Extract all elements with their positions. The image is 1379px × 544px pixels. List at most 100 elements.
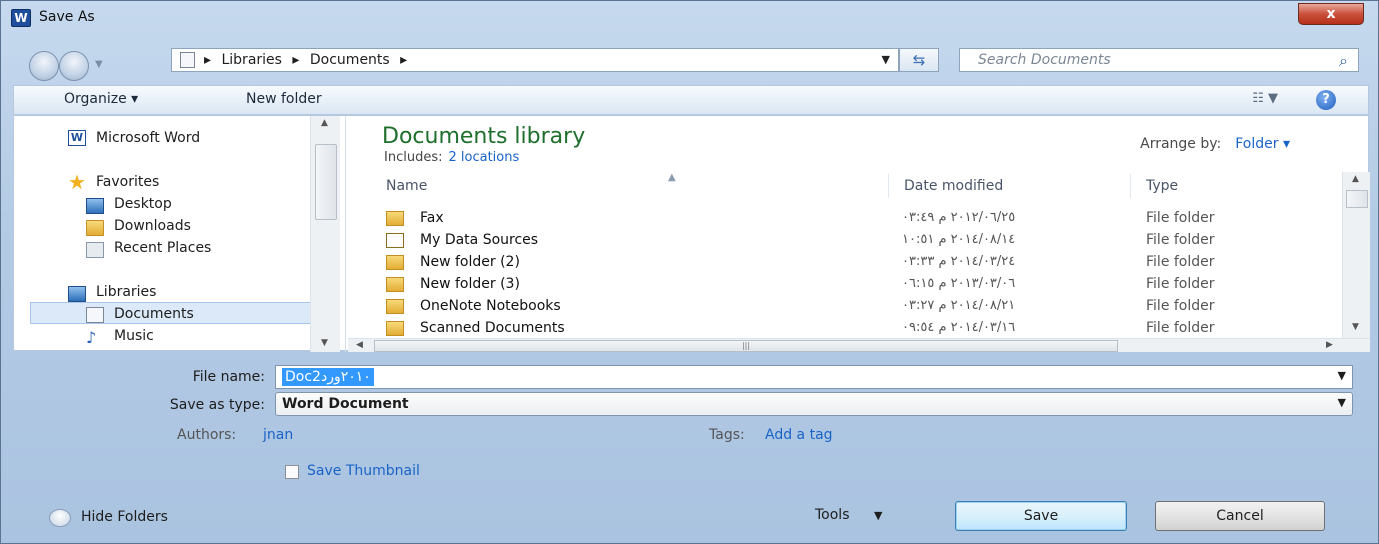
file-name-value: Doc٢٠١٠ورد2 <box>282 368 374 386</box>
breadcrumb-separator[interactable]: ▸ <box>204 52 211 68</box>
column-header-type[interactable]: Type <box>1146 178 1178 194</box>
file-name-input[interactable]: Doc٢٠١٠ورد2 ▼ <box>275 365 1353 389</box>
column-divider[interactable] <box>1130 174 1131 198</box>
downloads-icon <box>86 220 104 236</box>
scroll-down-icon[interactable]: ▼ <box>1352 322 1359 332</box>
file-row[interactable]: New folder (2) ٢٠١٤/٠٣/٢٤ م ٠٣:٣٣ File f… <box>386 252 1306 274</box>
save-thumbnail-label[interactable]: Save Thumbnail <box>307 463 420 479</box>
search-input[interactable]: Search Documents ⌕ <box>959 48 1359 72</box>
documents-location-icon <box>180 52 195 68</box>
breadcrumb: ▸ Libraries ▸ Documents ▸ <box>204 52 413 68</box>
file-row[interactable]: New folder (3) ٢٠١٣/٠٣/٠٦ م ٠٦:١٥ File f… <box>386 274 1306 296</box>
file-name: Scanned Documents <box>420 320 565 336</box>
refresh-button[interactable]: ⇆ <box>899 48 939 72</box>
file-row[interactable]: OneNote Notebooks ٢٠١٤/٠٨/٢١ م ٠٣:٢٧ Fil… <box>386 296 1306 318</box>
library-title: Documents library <box>382 124 586 149</box>
back-button[interactable] <box>29 51 59 81</box>
file-type: File folder <box>1146 210 1215 226</box>
horizontal-scroll-thumb[interactable]: ||| <box>374 340 1118 352</box>
cancel-button[interactable]: Cancel <box>1155 501 1325 531</box>
save-as-type-dropdown-icon[interactable]: ▼ <box>1338 396 1346 409</box>
organize-button[interactable]: Organize ▾ <box>64 91 138 107</box>
new-folder-button[interactable]: New folder <box>246 91 322 107</box>
tags-label: Tags: <box>709 427 745 443</box>
address-bar[interactable]: ▸ Libraries ▸ Documents ▸ ▼ <box>171 48 899 72</box>
file-list-horizontal-scrollbar[interactable]: ◀ ||| ▶ <box>348 338 1370 352</box>
authors-value[interactable]: jnan <box>263 427 293 443</box>
nav-item-recent-places[interactable]: Recent Places <box>114 240 211 256</box>
breadcrumb-documents[interactable]: Documents <box>310 52 390 68</box>
file-list-pane: Documents library Includes: 2 locations A… <box>348 116 1370 352</box>
address-dropdown-icon[interactable]: ▼ <box>882 53 890 66</box>
save-as-type-label: Save as type: <box>169 397 265 413</box>
save-thumbnail-checkbox[interactable] <box>285 465 299 479</box>
file-date: ٢٠١٤/٠٨/٢١ م ٠٣:٢٧ <box>902 298 1016 313</box>
tools-button[interactable]: Tools ▼ <box>815 507 882 523</box>
file-row[interactable]: Fax ٢٠١٢/٠٦/٢٥ م ٠٣:٤٩ File folder <box>386 208 1306 230</box>
file-date: ٢٠١٤/٠٣/١٦ م ٠٩:٥٤ <box>902 320 1016 335</box>
scroll-up-icon[interactable]: ▲ <box>1352 174 1359 184</box>
hide-folders-icon[interactable] <box>49 509 71 527</box>
scroll-left-icon[interactable]: ◀ <box>356 340 363 350</box>
column-divider[interactable] <box>888 174 889 198</box>
file-list-vertical-scrollbar[interactable]: ▲ ▼ <box>1342 172 1370 338</box>
file-date: ٢٠١٤/٠٨/١٤ م ١٠:٥١ <box>902 232 1016 247</box>
navigation-pane: W Microsoft Word ★ Favorites Desktop Dow… <box>14 116 346 352</box>
scroll-down-icon[interactable]: ▼ <box>321 338 328 348</box>
nav-item-music[interactable]: Music <box>114 328 154 344</box>
file-type: File folder <box>1146 254 1215 270</box>
file-name: New folder (2) <box>420 254 520 270</box>
hide-folders-button[interactable]: Hide Folders <box>81 509 168 525</box>
tools-dropdown-icon[interactable]: ▼ <box>874 509 882 522</box>
search-placeholder: Search Documents <box>978 52 1111 68</box>
file-row[interactable]: My Data Sources ٢٠١٤/٠٨/١٤ م ١٠:٥١ File … <box>386 230 1306 252</box>
arrange-by-dropdown[interactable]: Folder ▾ <box>1235 136 1290 152</box>
documents-icon <box>86 307 104 323</box>
authors-label: Authors: <box>177 427 237 443</box>
breadcrumb-separator[interactable]: ▸ <box>292 52 299 68</box>
scroll-right-icon[interactable]: ▶ <box>1326 340 1333 350</box>
folder-icon <box>386 277 404 292</box>
file-name: OneNote Notebooks <box>420 298 561 314</box>
search-icon[interactable]: ⌕ <box>1339 51 1348 71</box>
nav-item-downloads[interactable]: Downloads <box>114 218 191 234</box>
breadcrumb-libraries[interactable]: Libraries <box>221 52 281 68</box>
forward-button[interactable] <box>59 51 89 81</box>
file-type: File folder <box>1146 320 1215 336</box>
nav-item-microsoft-word[interactable]: Microsoft Word <box>96 130 200 146</box>
file-row[interactable]: Scanned Documents ٢٠١٤/٠٣/١٦ م ٠٩:٥٤ Fil… <box>386 318 1306 338</box>
scroll-up-icon[interactable]: ▲ <box>321 118 328 128</box>
recent-pages-dropdown-icon[interactable]: ▼ <box>95 59 103 70</box>
column-header-name[interactable]: Name <box>386 178 427 194</box>
file-name: Fax <box>420 210 444 226</box>
browser-area: W Microsoft Word ★ Favorites Desktop Dow… <box>13 115 1370 352</box>
add-tag-link[interactable]: Add a tag <box>765 427 833 443</box>
vertical-scroll-thumb[interactable] <box>1346 190 1368 208</box>
close-button[interactable]: x <box>1298 3 1364 25</box>
tools-label: Tools <box>815 507 850 523</box>
word-app-icon: W <box>11 9 31 27</box>
nav-pane-scroll-thumb[interactable] <box>315 144 337 220</box>
file-name-dropdown-icon[interactable]: ▼ <box>1338 369 1346 382</box>
save-button[interactable]: Save <box>955 501 1127 531</box>
nav-item-documents[interactable]: Documents <box>114 306 194 322</box>
file-type: File folder <box>1146 232 1215 248</box>
column-header-date-modified[interactable]: Date modified <box>904 178 1003 194</box>
save-as-type-select[interactable]: Word Document ▼ <box>275 392 1353 416</box>
title-bar: W Save As x <box>1 1 1378 37</box>
desktop-icon <box>86 198 104 214</box>
breadcrumb-separator[interactable]: ▸ <box>400 52 407 68</box>
save-as-dialog: W Save As x ▼ ▸ Libraries ▸ Documents ▸ … <box>0 0 1379 544</box>
nav-item-libraries[interactable]: Libraries <box>96 284 156 300</box>
window-title: Save As <box>39 9 95 25</box>
nav-item-favorites[interactable]: Favorites <box>96 174 159 190</box>
file-name-label: File name: <box>192 369 265 385</box>
includes-label: Includes: <box>384 150 443 165</box>
includes-locations-link[interactable]: 2 locations <box>448 150 519 165</box>
nav-pane-scrollbar[interactable]: ▲ ▼ <box>310 116 340 352</box>
change-view-icon[interactable]: ☷ ▼ <box>1252 91 1278 106</box>
nav-item-desktop[interactable]: Desktop <box>114 196 172 212</box>
save-as-type-value: Word Document <box>282 396 409 412</box>
file-name: My Data Sources <box>420 232 539 248</box>
help-icon[interactable]: ? <box>1316 90 1336 110</box>
